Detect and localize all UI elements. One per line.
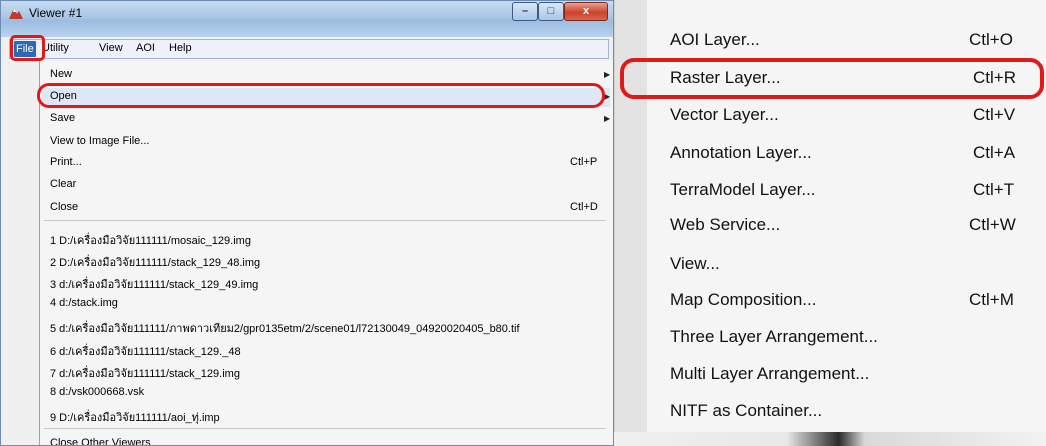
menu-item-save[interactable]: Save	[50, 112, 75, 124]
menu-item-close-other-viewers[interactable]: Close Other Viewers	[50, 437, 151, 445]
menu-aoi[interactable]: AOI	[136, 42, 155, 54]
annotation-circle-file	[10, 35, 45, 61]
minimize-button[interactable]: –	[512, 2, 538, 21]
menu-separator	[44, 428, 606, 429]
maximize-button[interactable]: □	[538, 2, 564, 21]
submenu-item-web-service[interactable]: Web Service...	[670, 215, 780, 235]
shortcut-terramodel-layer: Ctl+T	[973, 180, 1015, 199]
recent-file-item[interactable]: 3 d:/เครื่องมือวิจัย111111/stack_129_49.…	[50, 275, 258, 293]
menu-item-close[interactable]: Close	[50, 201, 78, 213]
menu-item-clear[interactable]: Clear	[50, 178, 76, 190]
shortcut-aoi-layer: Ctl+O	[969, 30, 1013, 49]
menu-bar: File Utility View AOI Help	[9, 39, 609, 59]
shortcut-annotation-layer: Ctl+A	[973, 143, 1016, 162]
title-bar[interactable]: Viewer #1 – □ x	[1, 1, 613, 37]
menu-item-view-to-image[interactable]: View to Image File...	[50, 135, 149, 147]
close-button[interactable]: x	[564, 2, 608, 21]
menu-item-new[interactable]: New	[50, 68, 72, 80]
menu-view[interactable]: View	[99, 42, 123, 54]
submenu-item-aoi-layer[interactable]: AOI Layer...	[670, 30, 760, 50]
close-shortcut: Ctl+D	[570, 201, 598, 213]
submenu-item-view[interactable]: View...	[670, 254, 720, 274]
shortcut-vector-layer: Ctl+V	[973, 105, 1016, 124]
recent-file-item[interactable]: 1 D:/เครื่องมือวิจัย111111/mosaic_129.im…	[50, 231, 251, 249]
background-image-strip	[614, 432, 1046, 446]
menu-item-print[interactable]: Print...	[50, 156, 82, 168]
recent-file-item[interactable]: 8 d:/vsk000668.vsk	[50, 386, 144, 398]
annotation-circle-open	[37, 83, 605, 108]
shortcut-map-composition: Ctl+M	[969, 290, 1014, 309]
menu-utility[interactable]: Utility	[42, 42, 69, 54]
recent-file-item[interactable]: 6 d:/เครื่องมือวิจัย111111/stack_129._48	[50, 342, 241, 360]
submenu-item-vector-layer[interactable]: Vector Layer...	[670, 105, 779, 125]
recent-file-item[interactable]: 4 d:/stack.img	[50, 297, 118, 309]
shortcut-web-service: Ctl+W	[969, 215, 1016, 234]
viewer-window: Viewer #1 – □ x File Utility View AOI He…	[0, 0, 614, 446]
submenu-item-terramodel-layer[interactable]: TerraModel Layer...	[670, 180, 816, 200]
submenu-item-annotation-layer[interactable]: Annotation Layer...	[670, 143, 812, 163]
annotation-circle-raster-layer	[620, 58, 1044, 99]
recent-file-item[interactable]: 9 D:/เครื่องมือวิจัย111111/aoi_ทุ่.imp	[50, 408, 220, 426]
app-icon	[9, 8, 23, 19]
menu-separator	[44, 220, 606, 221]
file-menu-dropdown: New ▶ Open ▶ Save ▶ View to Image File..…	[39, 61, 613, 445]
menu-help[interactable]: Help	[169, 42, 192, 54]
recent-file-item[interactable]: 7 d:/เครื่องมือวิจัย111111/stack_129.img	[50, 364, 240, 382]
submenu-item-multi-layer-arrangement[interactable]: Multi Layer Arrangement...	[670, 364, 869, 384]
submenu-item-map-composition[interactable]: Map Composition...	[670, 290, 816, 310]
submenu-arrow-icon: ▶	[604, 114, 611, 123]
print-shortcut: Ctl+P	[570, 156, 598, 168]
recent-file-item[interactable]: 2 D:/เครื่องมือวิจัย111111/stack_129_48.…	[50, 253, 260, 271]
submenu-item-three-layer-arrangement[interactable]: Three Layer Arrangement...	[670, 327, 878, 347]
submenu-item-nitf-as-container[interactable]: NITF as Container...	[670, 401, 822, 421]
window-title: Viewer #1	[29, 6, 83, 20]
recent-file-item[interactable]: 5 d:/เครื่องมือวิจัย111111/ภาพดาวเทียม2/…	[50, 319, 520, 337]
submenu-arrow-icon: ▶	[604, 70, 611, 79]
